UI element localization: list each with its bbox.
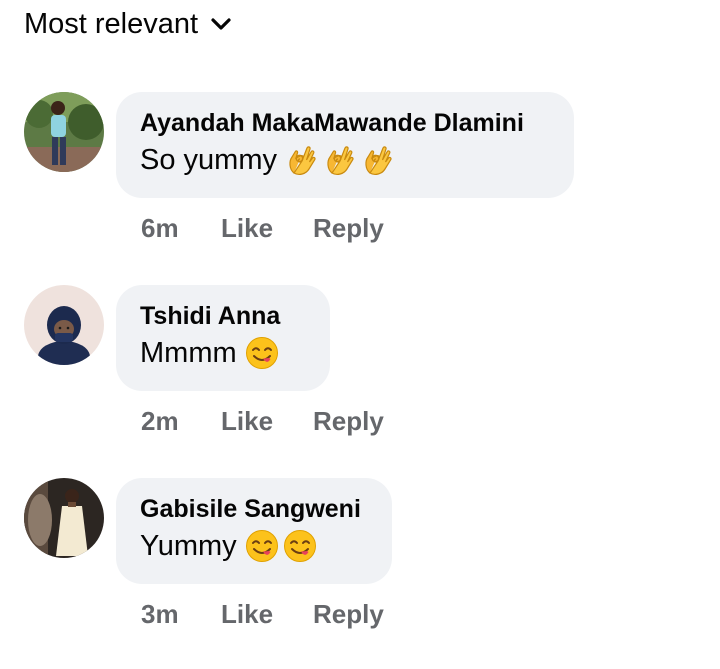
comment-timestamp[interactable]: 2m bbox=[141, 403, 221, 439]
like-button[interactable]: Like bbox=[221, 403, 313, 439]
chevron-down-icon bbox=[211, 18, 231, 30]
comment-actions: 2m Like Reply bbox=[141, 403, 384, 439]
face-savoring-food-icon bbox=[245, 337, 278, 369]
reply-button[interactable]: Reply bbox=[313, 403, 384, 439]
ok-hand-icon bbox=[289, 146, 316, 175]
comment-author[interactable]: Gabisile Sangweni bbox=[140, 492, 368, 526]
comment-actions: 3m Like Reply bbox=[141, 596, 384, 632]
face-savoring-food-icon bbox=[283, 530, 316, 562]
avatar[interactable] bbox=[24, 285, 104, 365]
comment-bubble: Tshidi Anna Mmmm bbox=[116, 285, 330, 391]
comment-timestamp[interactable]: 6m bbox=[141, 210, 221, 246]
sort-label: Most relevant bbox=[24, 8, 199, 40]
comment-text-body: Yummy bbox=[140, 530, 237, 562]
reply-button[interactable]: Reply bbox=[313, 596, 384, 632]
comment-text-body: So yummy bbox=[140, 144, 277, 176]
comment-timestamp[interactable]: 3m bbox=[141, 596, 221, 632]
ok-hand-icon bbox=[327, 146, 354, 175]
comment-actions: 6m Like Reply bbox=[141, 210, 384, 246]
like-button[interactable]: Like bbox=[221, 596, 313, 632]
comment-author[interactable]: Ayandah MakaMawande Dlamini bbox=[140, 106, 550, 140]
comment-bubble: Ayandah MakaMawande Dlamini So yummy bbox=[116, 92, 574, 198]
reply-button[interactable]: Reply bbox=[313, 210, 384, 246]
face-savoring-food-icon bbox=[245, 530, 278, 562]
comment-text: Mmmm bbox=[140, 333, 306, 373]
sort-dropdown[interactable]: Most relevant bbox=[24, 4, 232, 44]
ok-hand-icon bbox=[365, 146, 392, 175]
comment-text-body: Mmmm bbox=[140, 337, 237, 369]
comment-author[interactable]: Tshidi Anna bbox=[140, 299, 306, 333]
like-button[interactable]: Like bbox=[221, 210, 313, 246]
avatar[interactable] bbox=[24, 478, 104, 558]
comment-bubble: Gabisile Sangweni Yummy bbox=[116, 478, 392, 584]
avatar[interactable] bbox=[24, 92, 104, 172]
comment-text: So yummy bbox=[140, 140, 550, 180]
comment-text: Yummy bbox=[140, 526, 368, 566]
